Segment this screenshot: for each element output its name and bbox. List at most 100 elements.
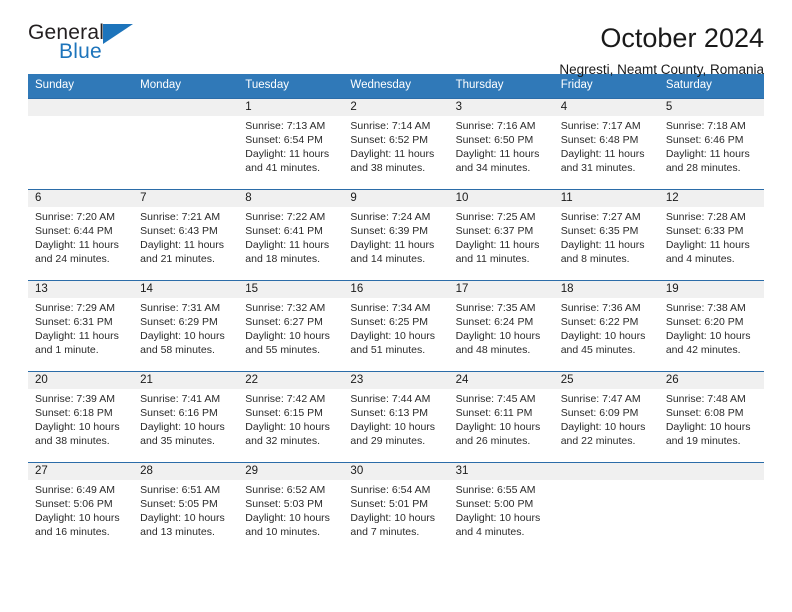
sunrise-text: Sunrise: 7:22 AM bbox=[245, 210, 326, 223]
day-number bbox=[133, 98, 239, 116]
calendar-day-cell[interactable]: 23 Sunrise: 7:44 AM Sunset: 6:13 PM Dayligh… bbox=[343, 370, 449, 463]
day-number: 18 bbox=[553, 280, 659, 298]
daylight-text: Daylight: 10 hours and 42 minutes. bbox=[665, 330, 751, 357]
day-details: Sunrise: 7:44 AM Sunset: 6:13 PM Daylight:… bbox=[343, 389, 448, 449]
calendar-day-cell[interactable]: 6 Sunrise: 7:20 AM Sunset: 6:44 PM Daylight… bbox=[28, 188, 134, 281]
day-details: Sunrise: 6:51 AM Sunset: 5:05 PM Daylight:… bbox=[133, 480, 238, 540]
day-details: Sunrise: 7:34 AM Sunset: 6:25 PM Daylight:… bbox=[343, 298, 448, 358]
calendar-day-cell[interactable]: 3 Sunrise: 7:16 AM Sunset: 6:50 PM Daylight… bbox=[448, 97, 554, 190]
page-title: October 2024 bbox=[600, 23, 764, 53]
calendar-day-cell[interactable]: 21 Sunrise: 7:41 AM Sunset: 6:16 PM Dayligh… bbox=[133, 370, 239, 463]
day-details: Sunrise: 6:49 AM Sunset: 5:06 PM Daylight:… bbox=[28, 480, 133, 540]
calendar-day-cell[interactable]: 12 Sunrise: 7:28 AM Sunset: 6:33 PM Dayligh… bbox=[658, 188, 764, 281]
day-details: Sunrise: 6:55 AM Sunset: 5:00 PM Daylight:… bbox=[449, 480, 554, 540]
day-number: 8 bbox=[238, 189, 344, 207]
calendar-day-cell[interactable]: 18 Sunrise: 7:36 AM Sunset: 6:22 PM Dayligh… bbox=[553, 279, 659, 372]
calendar-day-cell[interactable]: 25 Sunrise: 7:47 AM Sunset: 6:09 PM Dayligh… bbox=[553, 370, 659, 463]
calendar-day-cell[interactable]: 20 Sunrise: 7:39 AM Sunset: 6:18 PM Dayligh… bbox=[28, 370, 134, 463]
sunrise-text: Sunrise: 7:25 AM bbox=[455, 210, 536, 223]
day-number bbox=[28, 98, 134, 116]
sunset-text: Sunset: 6:35 PM bbox=[560, 225, 639, 237]
daylight-text: Daylight: 11 hours and 28 minutes. bbox=[665, 148, 750, 175]
day-details: Sunrise: 7:42 AM Sunset: 6:15 PM Daylight:… bbox=[238, 389, 343, 449]
calendar-day-cell[interactable]: 16 Sunrise: 7:34 AM Sunset: 6:25 PM Dayligh… bbox=[343, 279, 449, 372]
calendar-week-row: 20 Sunrise: 7:39 AM Sunset: 6:18 PM Dayligh… bbox=[28, 370, 764, 463]
calendar-day-cell[interactable]: 15 Sunrise: 7:32 AM Sunset: 6:27 PM Dayligh… bbox=[238, 279, 344, 372]
day-details: Sunrise: 7:45 AM Sunset: 6:11 PM Daylight:… bbox=[449, 389, 554, 449]
sunrise-text: Sunrise: 7:39 AM bbox=[35, 392, 115, 405]
sunrise-text: Sunrise: 7:41 AM bbox=[140, 392, 221, 405]
daylight-text: Daylight: 10 hours and 58 minutes. bbox=[140, 330, 225, 357]
calendar-day-cell[interactable]: 24 Sunrise: 7:45 AM Sunset: 6:11 PM Dayligh… bbox=[448, 370, 554, 463]
day-details: Sunrise: 7:32 AM Sunset: 6:27 PM Daylight:… bbox=[238, 298, 343, 358]
sunset-text: Sunset: 5:03 PM bbox=[245, 498, 323, 510]
calendar-day-cell[interactable]: 2 Sunrise: 7:14 AM Sunset: 6:52 PM Daylight… bbox=[343, 97, 449, 190]
sunset-text: Sunset: 6:20 PM bbox=[665, 316, 744, 328]
weekday-header-sunday: Sunday bbox=[28, 74, 134, 99]
calendar-day-cell[interactable]: 17 Sunrise: 7:35 AM Sunset: 6:24 PM Dayligh… bbox=[448, 279, 554, 372]
calendar-day-cell[interactable]: 9 Sunrise: 7:24 AM Sunset: 6:39 PM Daylight… bbox=[343, 188, 449, 281]
sunset-text: Sunset: 5:05 PM bbox=[140, 498, 218, 510]
daylight-text: Daylight: 11 hours and 21 minutes. bbox=[140, 239, 224, 266]
sunrise-text: Sunrise: 7:42 AM bbox=[245, 392, 326, 405]
calendar-day-cell[interactable]: 10 Sunrise: 7:25 AM Sunset: 6:37 PM Dayligh… bbox=[448, 188, 554, 281]
day-details: Sunrise: 7:39 AM Sunset: 6:18 PM Daylight:… bbox=[28, 389, 133, 449]
calendar-day-cell[interactable]: 30 Sunrise: 6:54 AM Sunset: 5:01 PM Dayligh… bbox=[343, 461, 449, 553]
calendar-week-row: 1 Sunrise: 7:13 AM Sunset: 6:54 PM Daylight… bbox=[28, 97, 764, 190]
sunrise-text: Sunrise: 7:35 AM bbox=[455, 301, 536, 314]
day-number: 23 bbox=[343, 371, 449, 389]
day-number: 31 bbox=[448, 462, 554, 480]
sunset-text: Sunset: 6:46 PM bbox=[665, 134, 744, 146]
day-number: 28 bbox=[133, 462, 239, 480]
daylight-text: Daylight: 11 hours and 34 minutes. bbox=[455, 148, 540, 175]
day-details: Sunrise: 7:22 AM Sunset: 6:41 PM Daylight:… bbox=[238, 207, 343, 267]
day-details: Sunrise: 7:20 AM Sunset: 6:44 PM Daylight:… bbox=[28, 207, 133, 267]
sunrise-text: Sunrise: 7:13 AM bbox=[245, 119, 326, 132]
daylight-text: Daylight: 10 hours and 10 minutes. bbox=[245, 512, 330, 539]
day-number: 27 bbox=[28, 462, 134, 480]
daylight-text: Daylight: 11 hours and 4 minutes. bbox=[665, 239, 750, 266]
calendar-day-cell[interactable]: 14 Sunrise: 7:31 AM Sunset: 6:29 PM Dayligh… bbox=[133, 279, 239, 372]
sunset-text: Sunset: 6:33 PM bbox=[665, 225, 744, 237]
sunrise-text: Sunrise: 7:27 AM bbox=[560, 210, 641, 223]
day-number: 25 bbox=[553, 371, 659, 389]
daylight-text: Daylight: 10 hours and 13 minutes. bbox=[140, 512, 225, 539]
sunrise-text: Sunrise: 6:51 AM bbox=[140, 483, 221, 496]
calendar-day-cell[interactable]: 4 Sunrise: 7:17 AM Sunset: 6:48 PM Daylight… bbox=[553, 97, 659, 190]
day-details: Sunrise: 6:54 AM Sunset: 5:01 PM Daylight:… bbox=[343, 480, 448, 540]
sunrise-sunset-calendar: Sunday Monday Tuesday Wednesday Thursday… bbox=[28, 74, 764, 553]
sunset-text: Sunset: 6:43 PM bbox=[140, 225, 218, 237]
calendar-day-cell[interactable]: 27 Sunrise: 6:49 AM Sunset: 5:06 PM Dayligh… bbox=[28, 461, 134, 553]
calendar-day-cell[interactable]: 1 Sunrise: 7:13 AM Sunset: 6:54 PM Daylight… bbox=[238, 97, 344, 190]
calendar-day-cell[interactable]: 7 Sunrise: 7:21 AM Sunset: 6:43 PM Daylight… bbox=[133, 188, 239, 281]
daylight-text: Daylight: 11 hours and 11 minutes. bbox=[455, 239, 540, 266]
day-details: Sunrise: 7:28 AM Sunset: 6:33 PM Daylight:… bbox=[659, 207, 764, 267]
day-details: Sunrise: 7:13 AM Sunset: 6:54 PM Daylight:… bbox=[238, 116, 343, 176]
calendar-day-cell[interactable]: 31 Sunrise: 6:55 AM Sunset: 5:00 PM Dayligh… bbox=[448, 461, 554, 553]
sunset-text: Sunset: 6:54 PM bbox=[245, 134, 323, 146]
general-blue-logo[interactable]: General Blue bbox=[28, 22, 148, 70]
day-details: Sunrise: 7:17 AM Sunset: 6:48 PM Daylight:… bbox=[554, 116, 659, 176]
sunset-text: Sunset: 6:31 PM bbox=[35, 316, 113, 328]
logo-text-blue: Blue bbox=[59, 40, 102, 63]
day-number: 12 bbox=[658, 189, 764, 207]
calendar-day-cell[interactable]: 11 Sunrise: 7:27 AM Sunset: 6:35 PM Dayligh… bbox=[553, 188, 659, 281]
calendar-day-cell[interactable]: 13 Sunrise: 7:29 AM Sunset: 6:31 PM Dayligh… bbox=[28, 279, 134, 372]
day-number: 9 bbox=[343, 189, 449, 207]
calendar-day-cell[interactable]: 19 Sunrise: 7:38 AM Sunset: 6:20 PM Dayligh… bbox=[658, 279, 764, 372]
calendar-day-cell[interactable]: 29 Sunrise: 6:52 AM Sunset: 5:03 PM Dayligh… bbox=[238, 461, 344, 553]
calendar-day-cell[interactable]: 5 Sunrise: 7:18 AM Sunset: 6:46 PM Daylight… bbox=[658, 97, 764, 190]
daylight-text: Daylight: 11 hours and 14 minutes. bbox=[350, 239, 435, 266]
calendar-day-cell[interactable]: 22 Sunrise: 7:42 AM Sunset: 6:15 PM Dayligh… bbox=[238, 370, 344, 463]
sunset-text: Sunset: 6:18 PM bbox=[35, 407, 113, 419]
title-block: October 2024 Negresti, Neamt County, Rom… bbox=[559, 22, 764, 78]
calendar-day-cell[interactable]: 8 Sunrise: 7:22 AM Sunset: 6:41 PM Daylight… bbox=[238, 188, 344, 281]
daylight-text: Daylight: 11 hours and 1 minute. bbox=[35, 330, 119, 357]
weekday-header-monday: Monday bbox=[133, 74, 239, 99]
sunset-text: Sunset: 6:39 PM bbox=[350, 225, 429, 237]
calendar-day-cell[interactable]: 26 Sunrise: 7:48 AM Sunset: 6:08 PM Dayligh… bbox=[658, 370, 764, 463]
calendar-day-cell[interactable]: 28 Sunrise: 6:51 AM Sunset: 5:05 PM Dayligh… bbox=[133, 461, 239, 553]
weekday-header-saturday: Saturday bbox=[658, 74, 764, 99]
daylight-text: Daylight: 11 hours and 8 minutes. bbox=[560, 239, 645, 266]
day-number: 15 bbox=[238, 280, 344, 298]
